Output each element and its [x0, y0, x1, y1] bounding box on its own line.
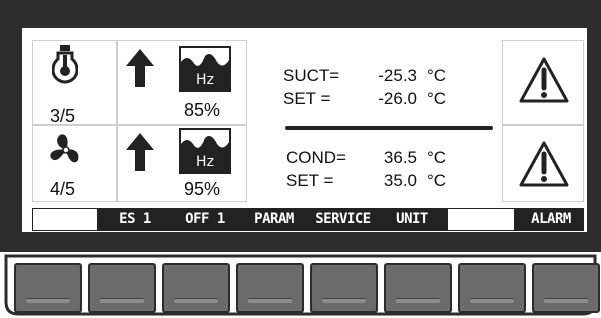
condensing-value: 36.5 — [383, 148, 417, 167]
fan-icon — [50, 134, 79, 163]
thermometer-bulb-icon — [52, 45, 78, 84]
arrow-up-icon — [126, 49, 154, 87]
bezel-top — [0, 0, 601, 28]
softkey-1[interactable] — [32, 208, 98, 231]
arrow-up-icon — [126, 133, 154, 171]
condensing-label: COND= — [286, 148, 346, 167]
suction-label: SUCT= — [283, 66, 340, 85]
row1-percent: 85% — [184, 100, 221, 120]
softkey-button-8[interactable] — [532, 263, 600, 313]
condensing-set-unit: °C — [427, 171, 447, 190]
softkey-7[interactable] — [447, 208, 515, 231]
softkey-alarm[interactable]: ALARM — [518, 208, 584, 231]
softkey-button-6[interactable] — [384, 263, 452, 313]
warning-triangle-icon — [519, 141, 569, 187]
key-slot — [544, 298, 588, 303]
suction-set-unit: °C — [427, 89, 447, 108]
hz-icon: Hz — [179, 128, 231, 174]
key-slot — [26, 298, 70, 303]
condensing-set-value: 35.0 — [383, 171, 417, 190]
suction-value: -25.3 — [378, 66, 417, 85]
bezel-bottom — [0, 232, 601, 252]
bezel-left — [0, 0, 22, 250]
softkey-off1[interactable]: OFF 1 — [171, 208, 239, 231]
suction-unit: °C — [427, 66, 447, 85]
key-slot — [100, 298, 144, 303]
suction-set-value: -26.0 — [378, 89, 417, 108]
softkey-button-2[interactable] — [88, 263, 156, 313]
key-slot — [470, 298, 514, 303]
bezel-right — [587, 0, 601, 250]
condensing-set-label: SET = — [286, 171, 334, 190]
row2-percent: 95% — [184, 179, 221, 199]
row1-fraction: 3/5 — [50, 106, 76, 126]
warning-triangle-icon — [519, 57, 569, 103]
softkey-button-5[interactable] — [310, 263, 378, 313]
hz-icon: Hz — [179, 46, 231, 92]
key-slot — [322, 298, 366, 303]
softkey-unit[interactable]: UNIT — [379, 208, 445, 231]
key-slot — [174, 298, 218, 303]
key-slot — [248, 298, 292, 303]
key-slot — [396, 298, 440, 303]
softkey-button-4[interactable] — [236, 263, 304, 313]
softkey-service[interactable]: SERVICE — [309, 208, 377, 231]
softkey-button-7[interactable] — [458, 263, 526, 313]
softkey-button-3[interactable] — [162, 263, 230, 313]
softkey-button-1[interactable] — [14, 263, 82, 313]
readings-divider — [285, 126, 493, 130]
softkey-param[interactable]: PARAM — [241, 208, 307, 231]
lcd-screen: 3/5 4/5 Hz 85% Hz 95% SUCT= -25.3 °C SET… — [22, 28, 587, 232]
softkey-bar: ES 1 OFF 1 PARAM SERVICE UNIT ALARM — [32, 208, 584, 231]
row2-fraction: 4/5 — [50, 179, 76, 199]
hz-label: Hz — [196, 72, 214, 88]
suction-set-label: SET = — [283, 89, 331, 108]
hz-label: Hz — [196, 154, 214, 170]
softkey-es1[interactable]: ES 1 — [101, 208, 169, 231]
condensing-unit: °C — [427, 148, 447, 167]
